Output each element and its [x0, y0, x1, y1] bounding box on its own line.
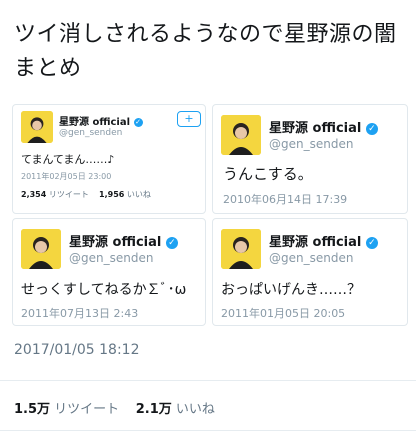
- tweet-date: 2010年06月14日 17:39: [223, 193, 348, 206]
- post-timestamp[interactable]: 2017/01/05 18:12: [14, 342, 140, 358]
- image-grid[interactable]: 星野源 official ✓ @gen_senden + てまんてまん……♪ 2…: [12, 104, 408, 326]
- handle: @gen_senden: [59, 128, 123, 138]
- verified-icon: ✓: [365, 122, 378, 135]
- tweet-card[interactable]: 星野源 official ✓ @gen_senden + てまんてまん……♪ 2…: [12, 104, 206, 214]
- retweet-label[interactable]: リツイート: [54, 402, 119, 417]
- tweet-text: せっくすしてねるか∑ﾞ･ω: [21, 282, 187, 298]
- verified-icon: ✓: [165, 236, 178, 249]
- display-name: 星野源 official ✓: [69, 231, 178, 250]
- handle: @gen_senden: [269, 137, 354, 151]
- like-label[interactable]: いいね: [176, 402, 215, 417]
- avatar: [221, 115, 261, 155]
- tweet-text: うんこする。: [223, 165, 313, 183]
- like-count[interactable]: 2.1万: [136, 402, 172, 417]
- tweet-text: てまんてまん……♪: [21, 153, 115, 166]
- avatar: [221, 229, 261, 269]
- retweet-label: リツイート: [48, 190, 89, 199]
- display-name: 星野源 official ✓: [269, 117, 378, 136]
- handle: @gen_senden: [69, 251, 154, 265]
- post-stats: 1.5万 リツイート 2.1万 いいね: [14, 398, 215, 417]
- follow-user-icon[interactable]: +: [177, 111, 201, 127]
- like-label: いいね: [126, 190, 151, 199]
- tweet-date: 2011年02月05日 23:00: [21, 172, 112, 181]
- tweet-card[interactable]: 星野源 official ✓ @gen_senden せっくすしてねるか∑ﾞ･ω…: [12, 218, 206, 326]
- tweet-text: おっぱいげんき……？: [221, 282, 361, 298]
- like-count: 1,956: [99, 190, 125, 199]
- divider: [0, 380, 416, 381]
- retweet-count: 2,354: [21, 190, 47, 199]
- avatar: [21, 229, 61, 269]
- retweet-count[interactable]: 1.5万: [14, 402, 50, 417]
- post-text: ツイ消しされるようなので星野源の闇まとめ: [14, 22, 397, 81]
- tweet-card[interactable]: 星野源 official ✓ @gen_senden うんこする。 2010年0…: [212, 104, 408, 214]
- divider: [0, 430, 416, 431]
- tweet-date: 2011年07月13日 2:43: [21, 307, 139, 320]
- tweet-stats: 2,354 リツイート 1,956 いいね: [21, 189, 151, 200]
- verified-icon: ✓: [133, 117, 143, 127]
- display-name: 星野源 official ✓: [269, 231, 378, 250]
- avatar: [21, 111, 53, 143]
- tweet-date: 2011年01月05日 20:05: [221, 307, 346, 320]
- display-name: 星野源 official ✓: [59, 117, 143, 128]
- verified-icon: ✓: [365, 236, 378, 249]
- tweet-card[interactable]: 星野源 official ✓ @gen_senden おっぱいげんき……？ 20…: [212, 218, 408, 326]
- handle: @gen_senden: [269, 251, 354, 265]
